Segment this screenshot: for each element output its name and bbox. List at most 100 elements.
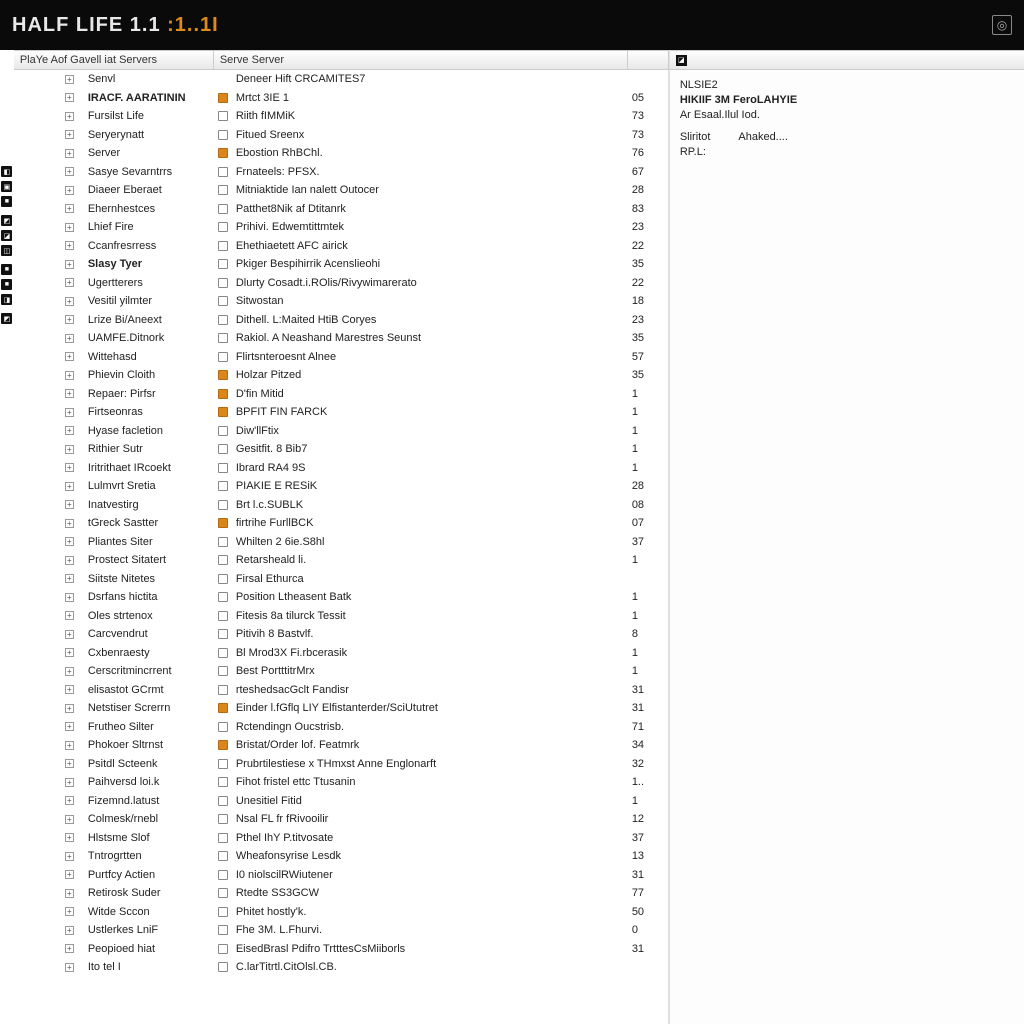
expand-icon[interactable]: + bbox=[65, 907, 74, 916]
server-row[interactable]: +Fursilst LifeRiith fIMMiK73 bbox=[14, 107, 668, 126]
server-row[interactable]: +Sasye SevarntrrsFrnateels: PFSX.67 bbox=[14, 163, 668, 182]
expand-icon[interactable]: + bbox=[65, 75, 74, 84]
sidebar-tool-icon[interactable]: ◨ bbox=[1, 294, 12, 305]
sidebar-tool-icon[interactable]: ◩ bbox=[1, 313, 12, 324]
server-row[interactable]: +Witde ScconPhitet hostly'k.50 bbox=[14, 903, 668, 922]
server-row[interactable]: +Dsrfans hictitaPosition Ltheasent Batk1 bbox=[14, 588, 668, 607]
expand-icon[interactable]: + bbox=[65, 186, 74, 195]
server-row[interactable]: +IRACF. AARATININMrtct 3IE 105 bbox=[14, 89, 668, 108]
expand-icon[interactable]: + bbox=[65, 556, 74, 565]
server-row[interactable]: +Iritrithaet IRcoektIbrard RA4 9S1 bbox=[14, 459, 668, 478]
expand-icon[interactable]: + bbox=[65, 334, 74, 343]
server-row[interactable]: +Purtfcy ActienI0 niolscilRWiutener31 bbox=[14, 866, 668, 885]
server-row[interactable]: +Rithier SutrGesitfit. 8 Bib71 bbox=[14, 440, 668, 459]
expand-icon[interactable]: + bbox=[65, 611, 74, 620]
expand-icon[interactable]: + bbox=[65, 722, 74, 731]
server-row[interactable]: +TntrogrttenWheafonsyrise Lesdk13 bbox=[14, 847, 668, 866]
server-row[interactable]: +Netstiser ScrerrnEinder l.fGflq LIY Elf… bbox=[14, 699, 668, 718]
expand-icon[interactable]: + bbox=[65, 445, 74, 454]
server-row[interactable]: +CcanfresrressEhethiaetett AFC airick22 bbox=[14, 237, 668, 256]
expand-icon[interactable]: + bbox=[65, 130, 74, 139]
sidebar-tool-icon[interactable]: ■ bbox=[1, 264, 12, 275]
expand-icon[interactable]: + bbox=[65, 241, 74, 250]
expand-icon[interactable]: + bbox=[65, 482, 74, 491]
expand-icon[interactable]: + bbox=[65, 944, 74, 953]
sidebar-tool-icon[interactable]: ◪ bbox=[1, 230, 12, 241]
expand-icon[interactable]: + bbox=[65, 741, 74, 750]
server-row[interactable]: +ServerEbostion RhBChl.76 bbox=[14, 144, 668, 163]
server-row[interactable]: +Phievin CloithHolzar Pitzed35 bbox=[14, 366, 668, 385]
expand-icon[interactable]: + bbox=[65, 463, 74, 472]
expand-icon[interactable]: + bbox=[65, 537, 74, 546]
expand-icon[interactable]: + bbox=[65, 593, 74, 602]
server-row[interactable]: +Repaer: PirfsrD'fin Mitid1 bbox=[14, 385, 668, 404]
server-row[interactable]: +Vesitil yilmterSitwostan18 bbox=[14, 292, 668, 311]
server-row[interactable]: +Oles strtenoxFitesis 8a tilurck Tessit1 bbox=[14, 607, 668, 626]
server-row[interactable]: +Colmesk/rneblNsal FL fr fRivooilir12 bbox=[14, 810, 668, 829]
expand-icon[interactable]: + bbox=[65, 167, 74, 176]
expand-icon[interactable]: + bbox=[65, 778, 74, 787]
expand-icon[interactable]: + bbox=[65, 500, 74, 509]
server-row[interactable]: +Prostect SitatertRetarsheald li.1 bbox=[14, 551, 668, 570]
expand-icon[interactable]: + bbox=[65, 648, 74, 657]
server-row[interactable]: +Ustlerkes LniFFhe 3M. L.Fhurvi.0 bbox=[14, 921, 668, 940]
server-row[interactable]: +Siitste NitetesFirsal Ethurca bbox=[14, 570, 668, 589]
server-row[interactable]: +Phokoer SltrnstBristat/Order lof. Featm… bbox=[14, 736, 668, 755]
expand-icon[interactable]: + bbox=[65, 685, 74, 694]
expand-icon[interactable]: + bbox=[65, 204, 74, 213]
server-row[interactable]: +Peopioed hiatEisedBrasl Pdifro TrtttesC… bbox=[14, 940, 668, 959]
server-row[interactable]: +Paihversd loi.kFihot fristel ettc Ttusa… bbox=[14, 773, 668, 792]
expand-icon[interactable]: + bbox=[65, 815, 74, 824]
settings-icon[interactable]: ◎ bbox=[992, 15, 1012, 35]
server-row[interactable]: +Hyase facletionDiw'llFtix1 bbox=[14, 422, 668, 441]
server-row[interactable]: +Frutheo SilterRctendingn Oucstrisb.71 bbox=[14, 718, 668, 737]
server-row[interactable]: +Lrize Bi/AneextDithell. L:Maited HtiB C… bbox=[14, 311, 668, 330]
expand-icon[interactable]: + bbox=[65, 926, 74, 935]
expand-icon[interactable]: + bbox=[65, 704, 74, 713]
expand-icon[interactable]: + bbox=[65, 278, 74, 287]
column-ping[interactable] bbox=[628, 51, 669, 69]
server-row[interactable]: +Pliantes SiterWhilten 2 6ie.S8hl37 bbox=[14, 533, 668, 552]
server-row[interactable]: +CxbenraestyBl Mrod3X Fi.rbcerasik1 bbox=[14, 644, 668, 663]
sidebar-tool-icon[interactable]: ▣ bbox=[1, 181, 12, 192]
column-players[interactable]: PlaYe Aof Gavell iat Servers bbox=[14, 51, 214, 69]
server-row[interactable]: +Lhief FirePrihivi. Edwemtittmtek23 bbox=[14, 218, 668, 237]
column-server[interactable]: Serve Server bbox=[214, 51, 628, 69]
server-row[interactable]: +CarcvendrutPitivih 8 Bastvlf.8 bbox=[14, 625, 668, 644]
server-row[interactable]: +UgertterersDlurty Cosadt.i.ROlis/Rivywi… bbox=[14, 274, 668, 293]
expand-icon[interactable]: + bbox=[65, 93, 74, 102]
server-row[interactable]: +Diaeer EberaetMitniaktide Ian nalett Ou… bbox=[14, 181, 668, 200]
server-row[interactable]: +Slasy TyerPkiger Bespihirrik Acenslieoh… bbox=[14, 255, 668, 274]
expand-icon[interactable]: + bbox=[65, 408, 74, 417]
server-row[interactable]: +elisastot GCrmtrteshedsacGclt Fandisr31 bbox=[14, 681, 668, 700]
sidebar-tool-icon[interactable]: ■ bbox=[1, 196, 12, 207]
expand-icon[interactable]: + bbox=[65, 352, 74, 361]
server-row[interactable]: +SenvlDeneer Hift CRCAMITES7 bbox=[14, 70, 668, 89]
server-row[interactable]: +Lulmvrt SretiaPIAKIE E RESiK28 bbox=[14, 477, 668, 496]
sidebar-tool-icon[interactable]: ◫ bbox=[1, 245, 12, 256]
expand-icon[interactable]: + bbox=[65, 630, 74, 639]
server-row[interactable]: +CerscritmincrrentBest PortttitrMrx1 bbox=[14, 662, 668, 681]
expand-icon[interactable]: + bbox=[65, 260, 74, 269]
expand-icon[interactable]: + bbox=[65, 759, 74, 768]
server-row[interactable]: +EhernhestcesPatthet8Nik af Dtitanrk83 bbox=[14, 200, 668, 219]
expand-icon[interactable]: + bbox=[65, 149, 74, 158]
sidebar-tool-icon[interactable]: ■ bbox=[1, 279, 12, 290]
expand-icon[interactable]: + bbox=[65, 796, 74, 805]
expand-icon[interactable]: + bbox=[65, 519, 74, 528]
server-row[interactable]: +Ito tel IC.larTitrtl.CitOlsl.CB. bbox=[14, 958, 668, 977]
sidebar-tool-icon[interactable]: ◧ bbox=[1, 166, 12, 177]
server-row[interactable]: +SeryerynattFitued Sreenx73 bbox=[14, 126, 668, 145]
expand-icon[interactable]: + bbox=[65, 371, 74, 380]
expand-icon[interactable]: + bbox=[65, 112, 74, 121]
expand-icon[interactable]: + bbox=[65, 889, 74, 898]
server-row[interactable]: +Retirosk SuderRtedte SS3GCW77 bbox=[14, 884, 668, 903]
expand-icon[interactable]: + bbox=[65, 315, 74, 324]
expand-icon[interactable]: + bbox=[65, 223, 74, 232]
expand-icon[interactable]: + bbox=[65, 574, 74, 583]
expand-icon[interactable]: + bbox=[65, 852, 74, 861]
expand-icon[interactable]: + bbox=[65, 833, 74, 842]
server-row[interactable]: +WittehasdFlirtsnteroesnt Alnee57 bbox=[14, 348, 668, 367]
expand-icon[interactable]: + bbox=[65, 870, 74, 879]
server-row[interactable]: +FirtseonrasBPFIT FIN FARCK1 bbox=[14, 403, 668, 422]
